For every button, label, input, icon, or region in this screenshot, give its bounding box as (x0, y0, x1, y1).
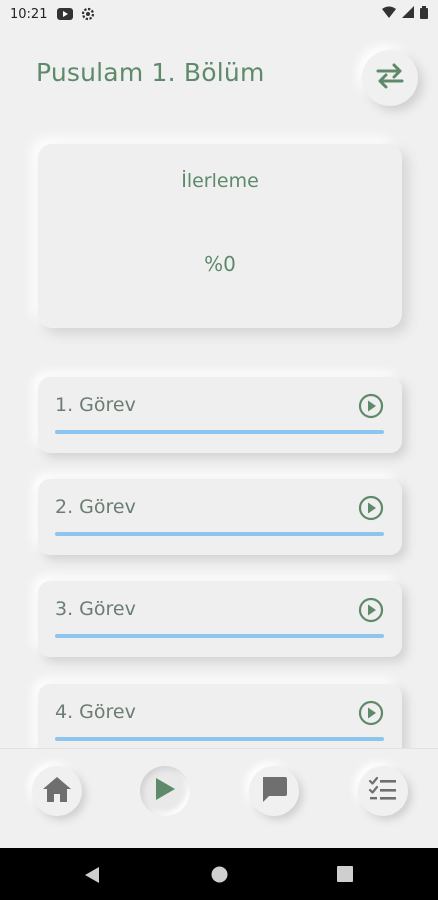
nav-home-button[interactable] (32, 766, 82, 816)
task-label: 4. Görev (55, 701, 136, 723)
bottom-nav (0, 748, 438, 848)
task-card[interactable]: 1. Görev (38, 377, 402, 453)
task-progress-bar (55, 430, 384, 434)
play-circle-icon[interactable] (358, 597, 384, 623)
home-circle-icon[interactable] (211, 866, 228, 887)
nav-tasks-button[interactable] (358, 766, 408, 816)
task-card[interactable]: 3. Görev (38, 581, 402, 657)
recents-square-icon[interactable] (337, 866, 353, 886)
task-list[interactable]: 1. Görev 2. Görev 3. Görev 4. Görev (0, 0, 438, 748)
play-circle-icon[interactable] (358, 700, 384, 726)
back-icon[interactable] (84, 866, 100, 888)
task-progress-bar (55, 737, 384, 741)
task-card[interactable]: 2. Görev (38, 479, 402, 555)
task-label: 3. Görev (55, 598, 136, 620)
checklist-icon (368, 776, 398, 806)
task-progress-bar (55, 634, 384, 638)
nav-play-button[interactable] (140, 766, 190, 816)
play-icon (154, 777, 176, 805)
play-circle-icon[interactable] (358, 495, 384, 521)
system-nav-bar (0, 848, 438, 900)
task-label: 2. Görev (55, 496, 136, 518)
task-label: 1. Görev (55, 394, 136, 416)
home-icon (42, 775, 72, 807)
chat-icon (260, 775, 288, 807)
nav-chat-button[interactable] (249, 766, 299, 816)
task-card[interactable]: 4. Görev (38, 684, 402, 748)
task-progress-bar (55, 532, 384, 536)
play-circle-icon[interactable] (358, 393, 384, 419)
